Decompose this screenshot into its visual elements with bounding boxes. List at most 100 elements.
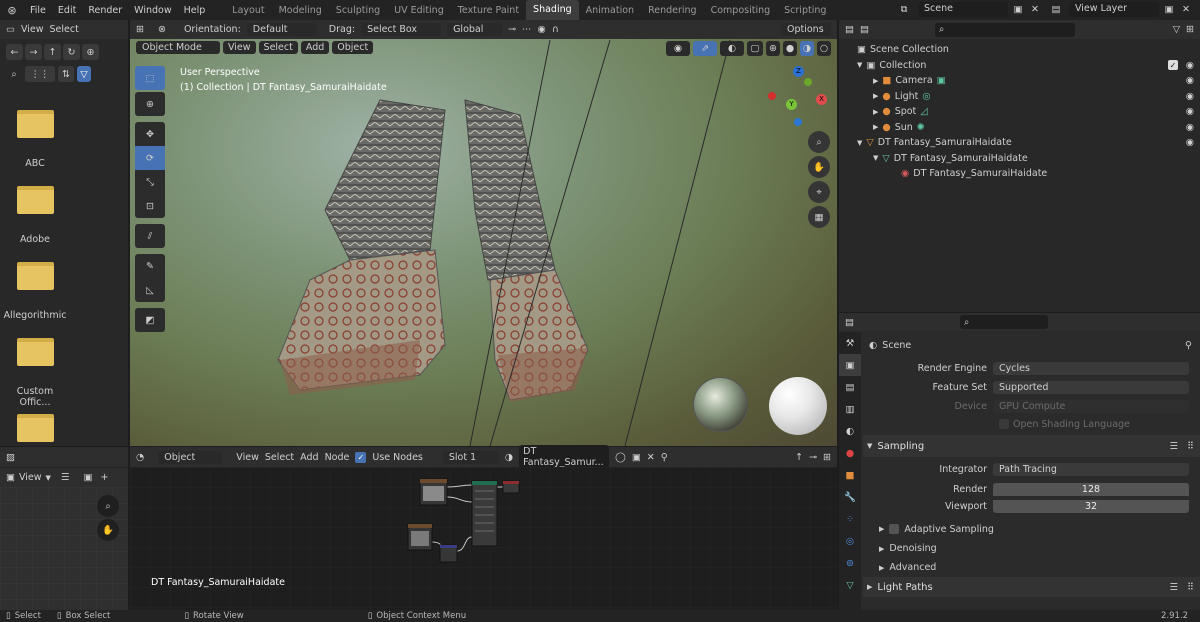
fb-view-menu[interactable]: View <box>21 24 44 35</box>
proportional-edit-icon[interactable]: ◉ <box>538 24 546 35</box>
falloff-icon[interactable]: ∩ <box>552 24 559 35</box>
vp-object-menu[interactable]: Object <box>332 41 374 54</box>
slot-dropdown[interactable]: Slot 1 <box>442 450 499 464</box>
menu-help[interactable]: Help <box>178 5 212 16</box>
vp-select-menu[interactable]: Select <box>258 41 298 54</box>
snap-increment-icon[interactable]: ⋯ <box>522 24 532 35</box>
tab-layout[interactable]: Layout <box>225 5 271 16</box>
adaptive-sampling-subpanel[interactable]: ▶ Adaptive Sampling <box>863 519 1200 539</box>
checkbox-icon[interactable] <box>889 524 900 534</box>
tool-tab-icon[interactable]: ⚒ <box>839 332 861 354</box>
cursor-tool-icon[interactable]: ⊕ <box>135 92 165 116</box>
tab-texture-paint[interactable]: Texture Paint <box>451 5 526 16</box>
drag-handle-icon[interactable]: ⠿ <box>1187 582 1194 593</box>
data-tab-icon[interactable]: ▽ <box>839 574 861 596</box>
rotate-tool-icon[interactable]: ⟳ <box>135 146 165 170</box>
view-layer-icon[interactable]: ▤ <box>1046 4 1066 15</box>
add-cube-tool-icon[interactable]: ◺ <box>135 278 165 302</box>
new-folder-icon[interactable]: ⊕ <box>82 44 99 60</box>
checkbox-checked-icon[interactable]: ✓ <box>1168 60 1178 71</box>
new-view-layer-icon[interactable]: ▣ <box>1162 4 1176 15</box>
editor-type-icon[interactable]: ⊞ <box>136 24 144 35</box>
modifier-tab-icon[interactable]: 🔧 <box>839 486 861 508</box>
duplicate-material-icon[interactable]: ▣ <box>632 452 641 463</box>
cube-add-tool-icon[interactable]: ◩ <box>135 308 165 332</box>
ne-select-menu[interactable]: Select <box>265 452 294 463</box>
transform-orientation-dropdown[interactable]: Global <box>447 23 503 36</box>
tab-modeling[interactable]: Modeling <box>272 5 329 16</box>
material-icon[interactable]: ◑ <box>505 452 513 463</box>
drag-handle-icon[interactable]: ⠿ <box>1187 441 1194 452</box>
scale-tool-icon[interactable]: ⤡ <box>135 170 165 194</box>
outliner-row[interactable]: ▶ ● Light ◎ ◉ <box>839 89 1200 105</box>
blender-logo-icon[interactable]: ⊛ <box>0 0 24 20</box>
sampling-panel-header[interactable]: ▼ Sampling ☰ ⠿ <box>863 435 1200 457</box>
render-tab-icon[interactable]: ▣ <box>839 354 861 376</box>
menu-edit[interactable]: Edit <box>52 5 82 16</box>
viewport-samples-field[interactable]: 32 <box>993 500 1189 513</box>
chevron-down-icon[interactable]: ▼ <box>857 61 862 69</box>
render-engine-dropdown[interactable]: Cycles <box>993 362 1189 375</box>
menu-file[interactable]: File <box>24 5 52 16</box>
camera-data-icon[interactable]: ▣ <box>937 75 946 86</box>
chevron-down-icon[interactable]: ▼ <box>873 154 878 162</box>
folder-item[interactable] <box>0 412 110 446</box>
particles-tab-icon[interactable]: ⁘ <box>839 508 861 530</box>
ne-add-menu[interactable]: Add <box>300 452 318 463</box>
vp-view-menu[interactable]: View <box>223 41 256 54</box>
light-paths-panel-header[interactable]: ▶ Light Paths ☰ ⠿ <box>863 577 1200 597</box>
new-collection-icon[interactable]: ⊞ <box>1186 24 1194 35</box>
pan-hand-icon[interactable]: ✋ <box>97 519 119 541</box>
overlay-icon[interactable]: ⊞ <box>823 452 831 463</box>
camera-view-icon[interactable]: ⌖ <box>808 181 830 203</box>
integrator-dropdown[interactable]: Path Tracing <box>993 463 1189 476</box>
annotate-tool-icon[interactable]: ⫽ <box>135 224 165 248</box>
measure-tool-icon[interactable]: ✎ <box>135 254 165 278</box>
parent-dir-icon[interactable]: ↑ <box>44 44 61 60</box>
display-mode-icon[interactable]: ⋮⋮ <box>25 66 55 82</box>
viewport-3d[interactable]: ⊞ ⊗ Orientation: Default Drag: Select Bo… <box>130 20 837 446</box>
tab-compositing[interactable]: Compositing <box>704 5 778 16</box>
output-tab-icon[interactable]: ▤ <box>839 376 861 398</box>
chevron-right-icon[interactable]: ▶ <box>873 92 878 100</box>
chevron-right-icon[interactable]: ▶ <box>873 123 878 131</box>
fake-user-icon[interactable]: ◯ <box>615 452 626 463</box>
editor-type-icon[interactable]: ▤ <box>845 317 854 328</box>
menu-window[interactable]: Window <box>128 5 177 16</box>
gizmo-z-axis[interactable]: Z <box>793 66 804 77</box>
point-light-icon[interactable]: ◎ <box>922 91 930 102</box>
new-image-icon[interactable]: + <box>100 472 108 483</box>
menu-render[interactable]: Render <box>82 5 128 16</box>
outliner-row[interactable]: ◉ DT Fantasy_SamuraiHaidate <box>839 166 1200 182</box>
sort-icon[interactable]: ⇅ <box>58 66 74 82</box>
zoom-icon[interactable]: ⌕ <box>97 495 119 517</box>
ne-node-menu[interactable]: Node <box>325 452 350 463</box>
object-mode-dropdown[interactable]: Object Mode <box>136 41 220 54</box>
transform-tool-icon[interactable]: ⊡ <box>135 194 165 218</box>
search-icon[interactable]: ⌕ <box>6 69 22 80</box>
properties-search-field[interactable]: ⌕ <box>959 315 1048 329</box>
refresh-icon[interactable]: ↻ <box>63 44 80 60</box>
display-mode-icon[interactable]: ▤ <box>860 24 869 35</box>
pin-icon[interactable]: ⚲ <box>1185 340 1192 351</box>
tab-uv-editing[interactable]: UV Editing <box>387 5 451 16</box>
editor-type-icon[interactable]: ▭ <box>6 24 15 35</box>
wireframe-shading-icon[interactable]: ⊕ <box>766 41 780 56</box>
scene-icon[interactable]: ⧉ <box>893 4 915 15</box>
options-dropdown[interactable]: Options <box>781 23 831 36</box>
outliner-row[interactable]: ▼ ▽ DT Fantasy_SamuraiHaidate <box>839 151 1200 167</box>
ie-view-menu[interactable]: View <box>19 472 42 483</box>
eye-icon[interactable]: ◉ <box>1186 122 1194 133</box>
checkbox-checked-icon[interactable]: ✓ <box>355 451 367 463</box>
outliner-search-field[interactable]: ⌕ <box>934 22 1075 37</box>
eye-icon[interactable]: ◉ <box>1186 137 1194 148</box>
outliner-row[interactable]: ▶ ● Sun ✺ ◉ <box>839 120 1200 136</box>
pan-hand-icon[interactable]: ✋ <box>808 156 830 178</box>
pin-icon[interactable]: ⚲ <box>661 452 668 463</box>
hamburger-menu-icon[interactable]: ☰ <box>61 472 70 483</box>
image-view-icon[interactable]: ▣ <box>6 472 15 483</box>
editor-type-icon[interactable]: ◔ <box>136 452 144 463</box>
eye-icon[interactable]: ◉ <box>1186 60 1194 71</box>
zoom-icon[interactable]: ⌕ <box>808 131 830 153</box>
advanced-subpanel[interactable]: ▶ Advanced <box>863 558 1200 577</box>
